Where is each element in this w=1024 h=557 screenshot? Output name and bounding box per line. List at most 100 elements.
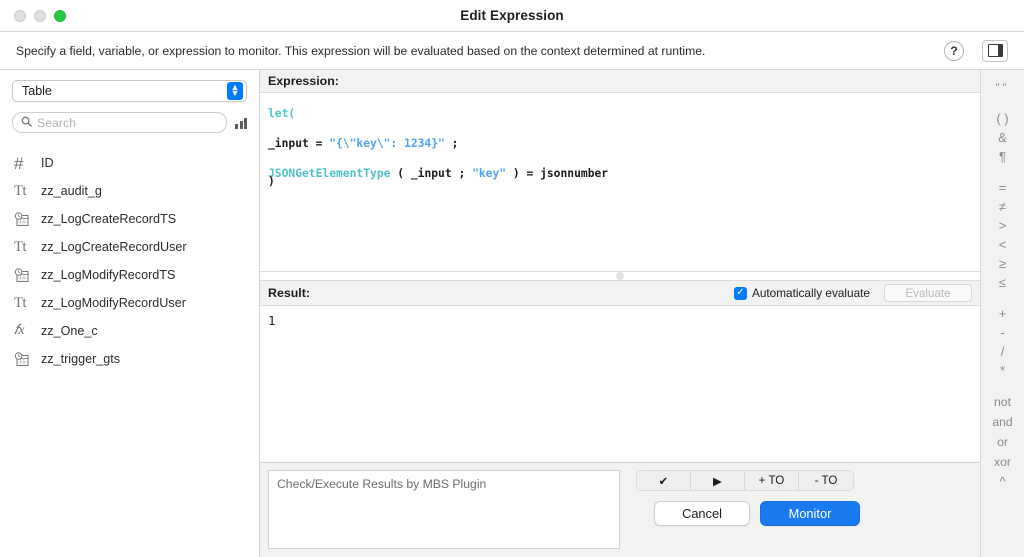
operator-[interactable]: & [981, 128, 1024, 147]
evaluate-button[interactable]: Evaluate [884, 284, 972, 302]
field-name: zz_One_c [41, 324, 98, 338]
list-item[interactable]: zz_LogCreateRecordTS [0, 205, 259, 233]
field-name: zz_trigger_gts [41, 352, 120, 366]
operator-rail: "" ( )&¶ =≠><≥≤ +-/* notandorxor^ [980, 70, 1024, 557]
splitter-grip [616, 272, 624, 280]
operator-[interactable]: ≥ [981, 254, 1024, 273]
execute-button[interactable]: ▶ [691, 471, 745, 490]
field-name: zz_LogCreateRecordUser [41, 240, 187, 254]
result-header: Result: ✓ Automatically evaluate Evaluat… [260, 281, 980, 306]
operator-[interactable]: < [981, 235, 1024, 254]
operator-and[interactable]: and [981, 412, 1024, 432]
list-item[interactable]: # ID [0, 149, 259, 177]
field-name: zz_LogModifyRecordTS [41, 268, 175, 282]
list-item[interactable]: 𝑓x zz_One_c [0, 317, 259, 345]
list-item[interactable]: zz_trigger_gts [0, 345, 259, 373]
field-list: # ID Tt zz_audit_g [0, 147, 259, 557]
window-body: Table ▲▼ [0, 70, 1024, 557]
close-button[interactable] [14, 10, 26, 22]
code-token: _input = [268, 137, 329, 150]
text-icon: Tt [14, 295, 34, 312]
fields-sidebar: Table ▲▼ [0, 70, 260, 557]
context-select[interactable]: Table ▲▼ [12, 80, 247, 102]
chevron-updown-icon: ▲▼ [227, 82, 243, 100]
expression-line: let( [268, 99, 972, 129]
mbs-toolbar: ✔ ▶ + TO - TO [636, 470, 854, 491]
help-icon[interactable]: ? [944, 41, 964, 61]
search-input[interactable] [37, 116, 218, 130]
description-text: Specify a field, variable, or expression… [16, 44, 944, 58]
operator-[interactable]: / [981, 342, 1024, 361]
window-title: Edit Expression [0, 8, 1024, 23]
operator-[interactable]: * [981, 361, 1024, 380]
bar-chart-icon[interactable] [235, 116, 247, 130]
field-name: zz_LogModifyRecordUser [41, 296, 186, 310]
operator-[interactable]: ≠ [981, 197, 1024, 216]
context-select-value: Table [22, 84, 227, 98]
decrease-timeout-button[interactable]: - TO [799, 471, 853, 490]
code-token: ( _input ; [390, 167, 472, 180]
code-token: ; [445, 137, 459, 150]
timestamp-icon [14, 268, 34, 283]
sidebar-glyph [988, 44, 1003, 57]
operator-[interactable]: ^ [981, 472, 1024, 491]
code-token: "key" [472, 167, 506, 180]
operator-[interactable]: ≤ [981, 273, 1024, 292]
code-token: JSONGetElementType [268, 167, 390, 180]
list-item[interactable]: Tt zz_audit_g [0, 177, 259, 205]
window-controls [14, 10, 66, 22]
operator-[interactable]: + [981, 304, 1024, 323]
operator-[interactable]: ¶ [981, 147, 1024, 166]
checkmark-icon: ✓ [734, 287, 747, 300]
field-name: ID [41, 156, 54, 170]
pane-splitter[interactable] [260, 271, 980, 281]
operator-[interactable]: - [981, 323, 1024, 342]
operator-[interactable]: ( ) [981, 109, 1024, 128]
edit-expression-window: Edit Expression Specify a field, variabl… [0, 0, 1024, 557]
auto-evaluate-checkbox[interactable]: ✓ Automatically evaluate [734, 286, 870, 300]
panel-toggle-icon[interactable] [982, 40, 1008, 62]
cancel-button[interactable]: Cancel [654, 501, 750, 526]
operator-xor[interactable]: xor [981, 452, 1024, 472]
expression-editor[interactable]: let( _input = "{\"key\": 1234}" ; JSONGetE… [260, 93, 980, 271]
context-select-wrap: Table ▲▼ [0, 80, 259, 102]
operator-[interactable]: "" [981, 78, 1024, 97]
code-token: let( [268, 107, 295, 120]
description-bar: Specify a field, variable, or expression… [0, 32, 1024, 70]
timestamp-icon [14, 212, 34, 227]
search-row [0, 112, 259, 133]
bottom-bar: Check/Execute Results by MBS Plugin ✔ ▶ … [260, 462, 980, 557]
operator-not[interactable]: not [981, 392, 1024, 412]
code-token: "{\"key\": 1234}" [329, 137, 445, 150]
list-item[interactable]: Tt zz_LogModifyRecordUser [0, 289, 259, 317]
number-icon: # [14, 155, 34, 172]
increase-timeout-button[interactable]: + TO [745, 471, 799, 490]
list-item[interactable]: zz_LogModifyRecordTS [0, 261, 259, 289]
operator-[interactable]: = [981, 178, 1024, 197]
result-label: Result: [268, 286, 734, 300]
operator-[interactable]: > [981, 216, 1024, 235]
list-item[interactable]: Tt zz_LogCreateRecordUser [0, 233, 259, 261]
text-icon: Tt [14, 183, 34, 200]
text-icon: Tt [14, 239, 34, 256]
auto-evaluate-label: Automatically evaluate [752, 286, 870, 300]
monitor-button[interactable]: Monitor [760, 501, 860, 526]
mbs-results-box[interactable]: Check/Execute Results by MBS Plugin [268, 470, 620, 549]
button-column: ✔ ▶ + TO - TO Cancel Monitor [632, 470, 970, 549]
field-name: zz_LogCreateRecordTS [41, 212, 176, 226]
code-token: ) [268, 175, 275, 188]
minimize-button[interactable] [34, 10, 46, 22]
search-icon [21, 114, 32, 132]
calculation-icon: 𝑓x [14, 323, 34, 339]
editor-column: Expression: let(_input = "{\"key\": 1234… [260, 70, 980, 557]
code-token: ) = jsonnumber [506, 167, 608, 180]
search-box[interactable] [12, 112, 227, 133]
operator-or[interactable]: or [981, 432, 1024, 452]
expression-line: _input = "{\"key\": 1234}" ; [268, 129, 972, 159]
timestamp-icon [14, 352, 34, 367]
zoom-button[interactable] [54, 10, 66, 22]
field-name: zz_audit_g [41, 184, 102, 198]
action-buttons: Cancel Monitor [636, 501, 860, 526]
check-syntax-button[interactable]: ✔ [637, 471, 691, 490]
result-value: 1 [260, 306, 980, 462]
